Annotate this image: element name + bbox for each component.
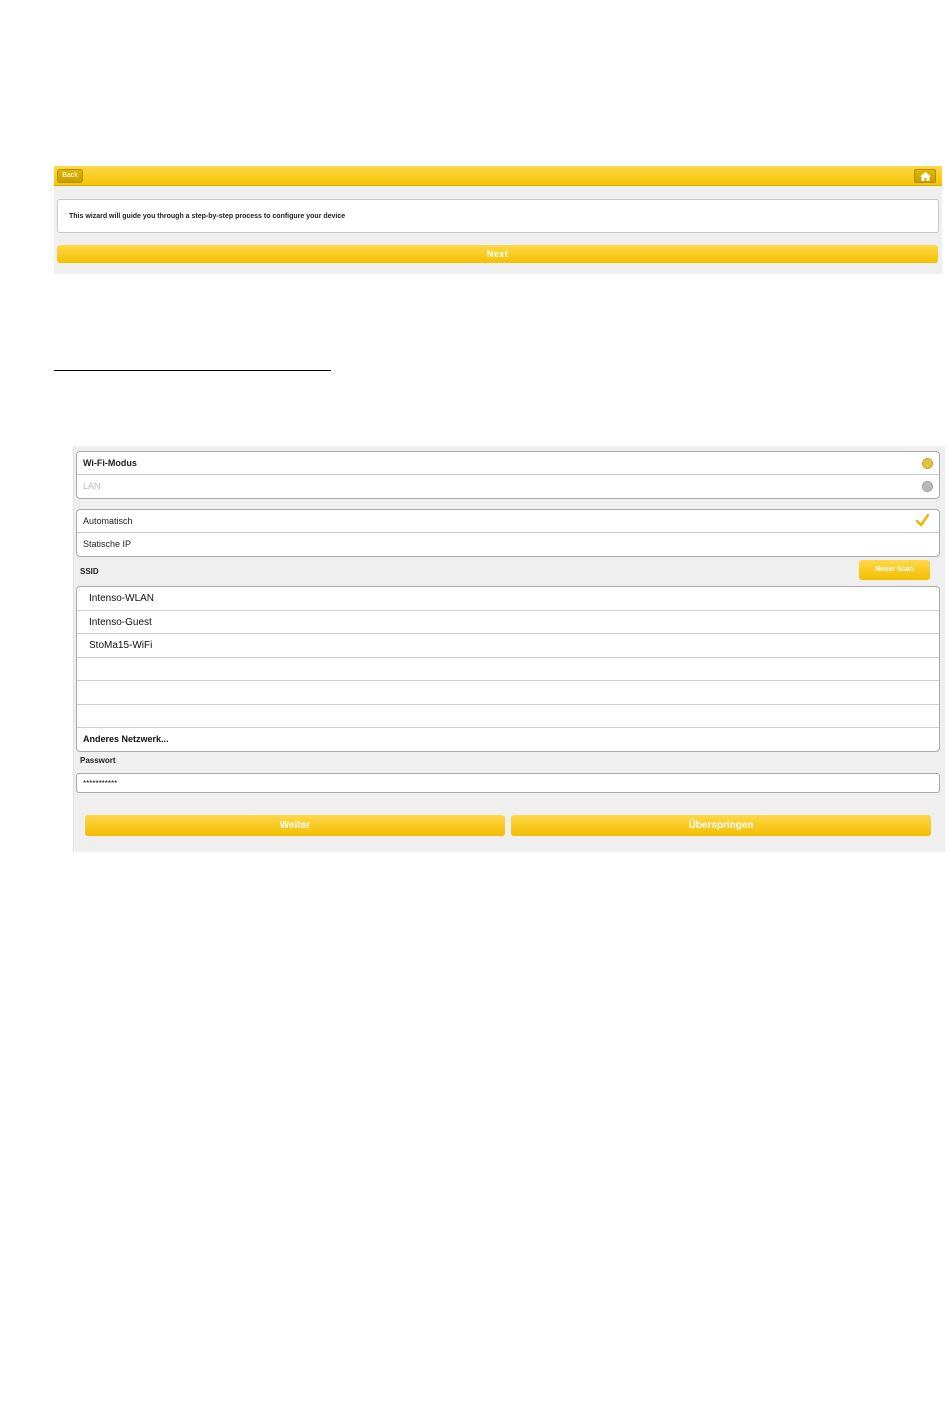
automatic-ip-label: Automatisch [83, 516, 133, 526]
ssid-item[interactable]: StoMa15-WiFi [77, 634, 939, 658]
ssid-item-empty[interactable] [77, 681, 939, 705]
static-ip-option[interactable]: Statische IP [77, 533, 939, 556]
continue-button[interactable]: Weiter [85, 815, 505, 836]
ssid-item-empty[interactable] [77, 705, 939, 728]
radio-unselected-icon [922, 481, 933, 492]
wifi-mode-option[interactable]: Wi-Fi-Modus [77, 452, 939, 475]
password-label: Passwort [80, 756, 116, 765]
network-setup-screen: Wi-Fi-Modus LAN Automatisch Statische IP… [73, 446, 945, 852]
ssid-list: Intenso-WLAN Intenso-Guest StoMa15-WiFi … [76, 586, 940, 752]
home-button[interactable] [914, 169, 936, 183]
divider [54, 370, 331, 371]
ssid-item[interactable]: Intenso-WLAN [77, 587, 939, 611]
home-icon [920, 172, 931, 181]
info-box: This wizard will guide you through a ste… [57, 199, 939, 233]
lan-option[interactable]: LAN [77, 475, 939, 498]
next-button[interactable]: Next [57, 245, 938, 263]
ip-mode-group: Automatisch Statische IP [76, 509, 940, 557]
new-scan-button[interactable]: Neuer Scan [859, 560, 930, 580]
wifi-mode-label: Wi-Fi-Modus [83, 458, 137, 468]
wizard-screen: Back This wizard will guide you through … [54, 166, 942, 274]
connection-mode-group: Wi-Fi-Modus LAN [76, 451, 940, 499]
top-bar: Back [54, 166, 942, 186]
skip-button[interactable]: Überspringen [511, 815, 931, 836]
checkmark-icon [916, 514, 929, 527]
back-button[interactable]: Back [57, 169, 83, 183]
wizard-info-text: This wizard will guide you through a ste… [69, 213, 346, 220]
ssid-label: SSID [80, 567, 99, 576]
radio-selected-icon [922, 458, 933, 469]
lan-label: LAN [83, 481, 101, 491]
static-ip-label: Statische IP [83, 539, 132, 549]
password-input[interactable] [76, 773, 940, 793]
other-network-item[interactable]: Anderes Netzwerk... [77, 728, 939, 751]
ssid-item[interactable]: Intenso-Guest [77, 611, 939, 634]
ssid-item-empty[interactable] [77, 658, 939, 681]
automatic-ip-option[interactable]: Automatisch [77, 510, 939, 533]
